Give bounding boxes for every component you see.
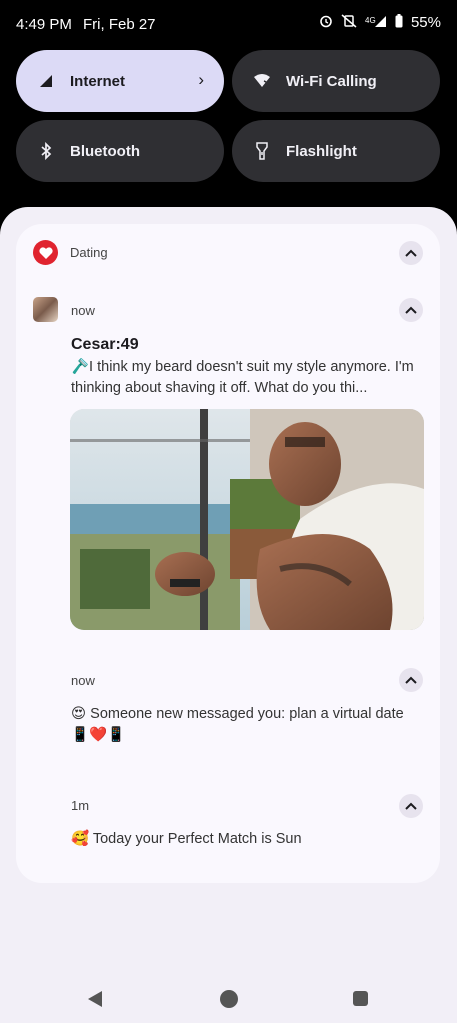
bluetooth-icon — [36, 141, 56, 161]
internet-tile-label: Internet — [70, 72, 126, 90]
bluetooth-tile[interactable]: Bluetooth — [16, 120, 224, 182]
collapse-group-button[interactable] — [399, 241, 423, 265]
battery-percent: 55% — [410, 14, 441, 31]
chevron-up-icon — [405, 671, 417, 689]
avatar — [33, 297, 58, 322]
app-name: Dating — [70, 245, 108, 260]
flashlight-tile-label: Flashlight — [286, 142, 357, 160]
message-text: 🥰 Today your Perfect Match is Sun — [71, 831, 302, 847]
alarm-icon — [319, 14, 333, 31]
chevron-right-icon: › — [198, 70, 204, 89]
message-photo[interactable] — [70, 409, 424, 630]
message-time: now — [71, 303, 95, 318]
signal-icon — [36, 71, 56, 91]
flashlight-tile[interactable]: Flashlight — [232, 120, 440, 182]
battery-icon — [395, 14, 403, 31]
chevron-up-icon — [405, 797, 417, 815]
chevron-up-icon — [405, 301, 417, 319]
status-time: 4:49 PM — [16, 16, 72, 33]
collapse-message-button[interactable] — [399, 794, 423, 818]
wifi-calling-icon — [252, 71, 272, 91]
lte-signal-icon: 4G — [365, 14, 387, 31]
wifi-calling-tile-label: Wi-Fi Calling — [286, 72, 377, 90]
svg-text:4G: 4G — [365, 16, 376, 25]
status-date: Fri, Feb 27 — [83, 16, 156, 33]
message-text: 😍 Someone new messaged you: plan a virtu… — [71, 706, 404, 743]
back-button[interactable] — [88, 991, 102, 1007]
flashlight-icon — [252, 141, 272, 161]
collapse-message-button[interactable] — [399, 668, 423, 692]
message-sender: Cesar:49 — [71, 336, 139, 353]
photo-image — [70, 409, 424, 630]
message-time: now — [71, 673, 95, 688]
internet-tile[interactable]: Internet › — [16, 50, 224, 112]
home-button[interactable] — [220, 990, 238, 1008]
bluetooth-tile-label: Bluetooth — [70, 142, 140, 160]
chevron-up-icon — [405, 244, 417, 262]
recents-button[interactable] — [353, 991, 368, 1006]
message-text: 🪒I think my beard doesn't suit my style … — [71, 359, 414, 396]
message-time: 1m — [71, 798, 90, 813]
status-icons: 4G 55% — [319, 14, 441, 31]
dating-app-icon — [33, 240, 58, 265]
collapse-message-button[interactable] — [399, 298, 423, 322]
navigation-bar — [0, 975, 457, 1023]
status-bar: 4:49 PM Fri, Feb 27 4G 55% — [0, 0, 457, 50]
wifi-calling-tile[interactable]: Wi-Fi Calling — [232, 50, 440, 112]
vibrate-off-icon — [341, 14, 357, 31]
